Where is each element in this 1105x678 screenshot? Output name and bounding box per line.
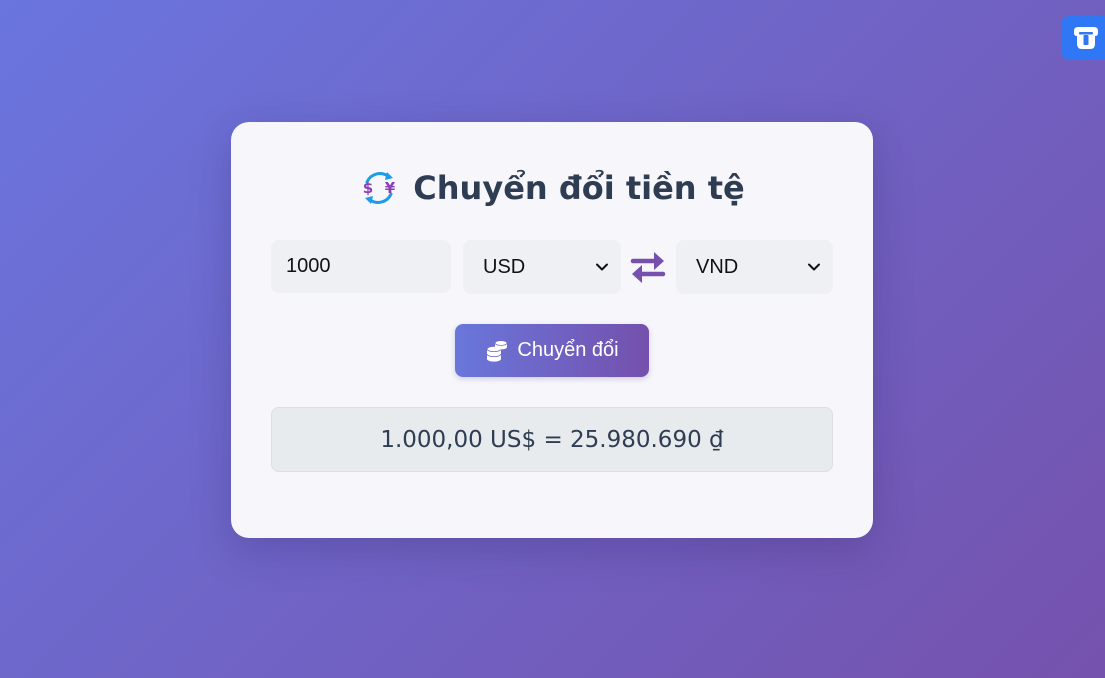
extension-icon (1074, 27, 1098, 49)
to-currency-value: VND (696, 255, 739, 278)
extension-button[interactable] (1061, 16, 1105, 60)
amount-input[interactable] (271, 240, 451, 293)
converter-card: $ ¥ Chuyển đổi tiền tệ USD VND (231, 122, 873, 538)
svg-text:$: $ (363, 179, 373, 197)
swap-arrows-icon[interactable] (630, 248, 666, 286)
convert-button[interactable]: Chuyển đổi (455, 324, 649, 377)
from-currency-select[interactable]: USD (463, 240, 621, 294)
chevron-down-icon (808, 263, 820, 271)
to-currency-select[interactable]: VND (676, 240, 833, 294)
chevron-down-icon (596, 263, 608, 271)
conversion-result: 1.000,00 US$ = 25.980.690 ₫ (271, 407, 833, 472)
from-currency-value: USD (483, 255, 526, 278)
title-row: $ ¥ Chuyển đổi tiền tệ (231, 168, 873, 208)
coins-icon (487, 339, 508, 362)
page-title: Chuyển đổi tiền tệ (413, 169, 745, 207)
svg-text:¥: ¥ (385, 179, 396, 197)
currency-exchange-icon: $ ¥ (363, 172, 396, 204)
convert-button-label: Chuyển đổi (517, 339, 619, 361)
